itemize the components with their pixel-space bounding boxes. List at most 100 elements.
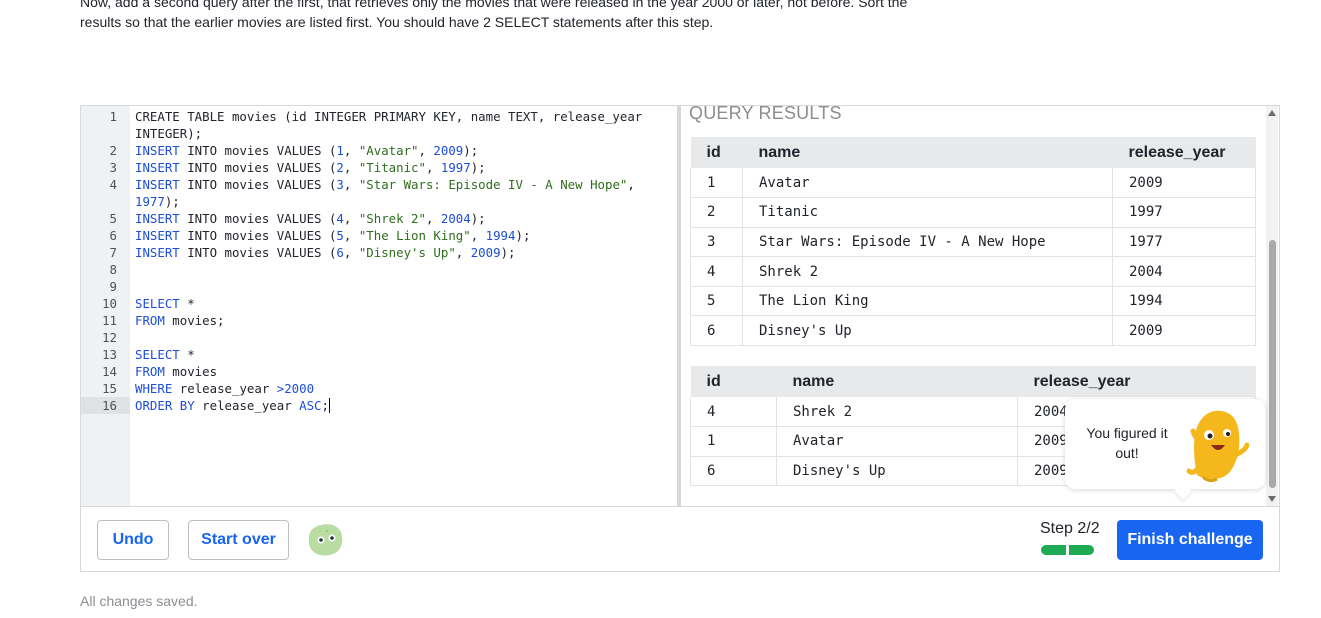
line-number: [81, 125, 130, 142]
code-token: ,: [627, 177, 635, 192]
scroll-down-arrow-icon[interactable]: [1268, 496, 1276, 502]
code-line[interactable]: 2 INSERT INTO movies VALUES (1, "Avatar",…: [81, 142, 677, 159]
code-token: WHERE: [135, 381, 173, 396]
code-line[interactable]: 6 INSERT INTO movies VALUES (5, "The Lion…: [81, 227, 677, 244]
scroll-thumb[interactable]: [1269, 240, 1276, 488]
code-token: "Shrek 2": [358, 211, 426, 226]
table-header-row: id name release_year: [690, 366, 1256, 397]
code-token: ,: [343, 245, 359, 260]
code-lines[interactable]: 1 CREATE TABLE movies (id INTEGER PRIMARY…: [81, 108, 677, 414]
code-line[interactable]: INTEGER);: [81, 125, 677, 142]
code-token: INTO movies VALUES (: [179, 177, 337, 192]
table-cell: Shrek 2: [776, 397, 1018, 428]
code-line[interactable]: 9: [81, 278, 677, 295]
code-line[interactable]: 7 INSERT INTO movies VALUES (6, "Disney's…: [81, 244, 677, 261]
table-cell: The Lion King: [742, 286, 1113, 317]
code-text[interactable]: SELECT *: [130, 346, 195, 363]
code-token: *: [179, 296, 195, 311]
code-text[interactable]: [130, 261, 135, 278]
code-text[interactable]: INTEGER);: [130, 125, 202, 142]
green-blob-mascot-icon: [308, 524, 343, 556]
line-number: 1: [109, 109, 117, 124]
line-number: 4: [109, 177, 117, 192]
results-table-1: id name release_year 1 Avatar 2009 2 Titanic…: [690, 137, 1256, 347]
table-cell: 1977: [1112, 227, 1256, 258]
table-row: 2 Titanic 1997: [690, 197, 1256, 228]
code-token: 2: [336, 160, 344, 175]
code-line[interactable]: 15 WHERE release_year >2000: [81, 380, 677, 397]
code-line[interactable]: 13 SELECT *: [81, 346, 677, 363]
table-cell: Avatar: [742, 168, 1113, 199]
code-token: movies: [164, 364, 218, 379]
code-token: release_year: [194, 398, 300, 413]
code-text[interactable]: INSERT INTO movies VALUES (6, "Disney's …: [130, 244, 515, 261]
table-cell: 1: [690, 168, 743, 199]
code-text[interactable]: INSERT INTO movies VALUES (4, "Shrek 2",…: [130, 210, 486, 227]
code-text[interactable]: WHERE release_year >2000: [130, 380, 314, 397]
code-text[interactable]: CREATE TABLE movies (id INTEGER PRIMARY …: [130, 108, 642, 125]
results-scrollbar[interactable]: [1266, 106, 1278, 506]
code-text[interactable]: FROM movies;: [130, 312, 225, 329]
code-text[interactable]: FROM movies: [130, 363, 217, 380]
column-header: id: [690, 137, 743, 168]
table-cell: Avatar: [776, 426, 1018, 457]
table-cell: 2009: [1112, 168, 1256, 199]
line-number: 6: [109, 228, 117, 243]
code-line[interactable]: 3 INSERT INTO movies VALUES (2, "Titanic"…: [81, 159, 677, 176]
column-header: name: [742, 137, 1113, 168]
code-line[interactable]: 1977);: [81, 193, 677, 210]
code-text[interactable]: 1977);: [130, 193, 180, 210]
success-toast: You figured it out!: [1065, 399, 1265, 500]
code-line[interactable]: 8: [81, 261, 677, 278]
scroll-up-arrow-icon[interactable]: [1268, 110, 1276, 116]
table-row: 1 Avatar 2009: [690, 168, 1256, 199]
code-editor[interactable]: 1 CREATE TABLE movies (id INTEGER PRIMARY…: [81, 106, 678, 506]
code-token: 3: [336, 177, 344, 192]
table-cell: 1997: [1112, 197, 1256, 228]
code-text[interactable]: INSERT INTO movies VALUES (1, "Avatar", …: [130, 142, 478, 159]
code-text[interactable]: [130, 278, 135, 295]
table-cell: 1994: [1112, 286, 1256, 317]
code-text[interactable]: INSERT INTO movies VALUES (5, "The Lion …: [130, 227, 530, 244]
code-token: INTO movies VALUES (: [179, 143, 337, 158]
code-text[interactable]: SELECT *: [130, 295, 195, 312]
table-cell: 4: [690, 256, 743, 287]
yellow-mascot-icon: [1186, 410, 1249, 483]
table-cell: Shrek 2: [742, 256, 1113, 287]
code-line[interactable]: 4 INSERT INTO movies VALUES (3, "Star War…: [81, 176, 677, 193]
code-line[interactable]: 10 SELECT *: [81, 295, 677, 312]
code-line[interactable]: 16 ORDER BY release_year ASC;: [81, 397, 677, 414]
line-number: 13: [102, 347, 117, 362]
code-line[interactable]: 12: [81, 329, 677, 346]
code-token: INSERT: [135, 177, 180, 192]
code-token: );: [470, 211, 486, 226]
code-token: INSERT: [135, 228, 180, 243]
line-number: 14: [102, 364, 117, 379]
code-token: INTO movies VALUES (: [179, 211, 337, 226]
code-token: INTO movies VALUES (: [179, 228, 337, 243]
code-token: ,: [470, 228, 486, 243]
code-text[interactable]: [130, 329, 135, 346]
code-text[interactable]: INSERT INTO movies VALUES (2, "Titanic",…: [130, 159, 486, 176]
finish-challenge-button[interactable]: Finish challenge: [1117, 520, 1263, 560]
start-over-button[interactable]: Start over: [188, 520, 289, 560]
undo-button[interactable]: Undo: [97, 520, 169, 560]
line-number: 12: [102, 330, 117, 345]
code-token: ,: [455, 245, 471, 260]
challenge-workspace: 1 CREATE TABLE movies (id INTEGER PRIMARY…: [80, 105, 1280, 572]
code-token: 6: [336, 245, 344, 260]
code-token: SELECT: [135, 347, 180, 362]
code-token: INTO movies VALUES (: [179, 160, 337, 175]
code-text[interactable]: INSERT INTO movies VALUES (3, "Star Wars…: [130, 176, 635, 193]
code-text[interactable]: ORDER BY release_year ASC;: [130, 397, 330, 414]
table-cell: Star Wars: Episode IV - A New Hope: [742, 227, 1113, 258]
code-token: 1997: [440, 160, 471, 175]
code-line[interactable]: 11 FROM movies;: [81, 312, 677, 329]
step-1-complete: [1041, 545, 1066, 555]
code-line[interactable]: 5 INSERT INTO movies VALUES (4, "Shrek 2"…: [81, 210, 677, 227]
code-token: );: [470, 160, 486, 175]
code-line[interactable]: 14 FROM movies: [81, 363, 677, 380]
code-token: ,: [425, 160, 441, 175]
code-line[interactable]: 1 CREATE TABLE movies (id INTEGER PRIMARY…: [81, 108, 677, 125]
table-row: 4 Shrek 2 2004: [690, 256, 1256, 287]
